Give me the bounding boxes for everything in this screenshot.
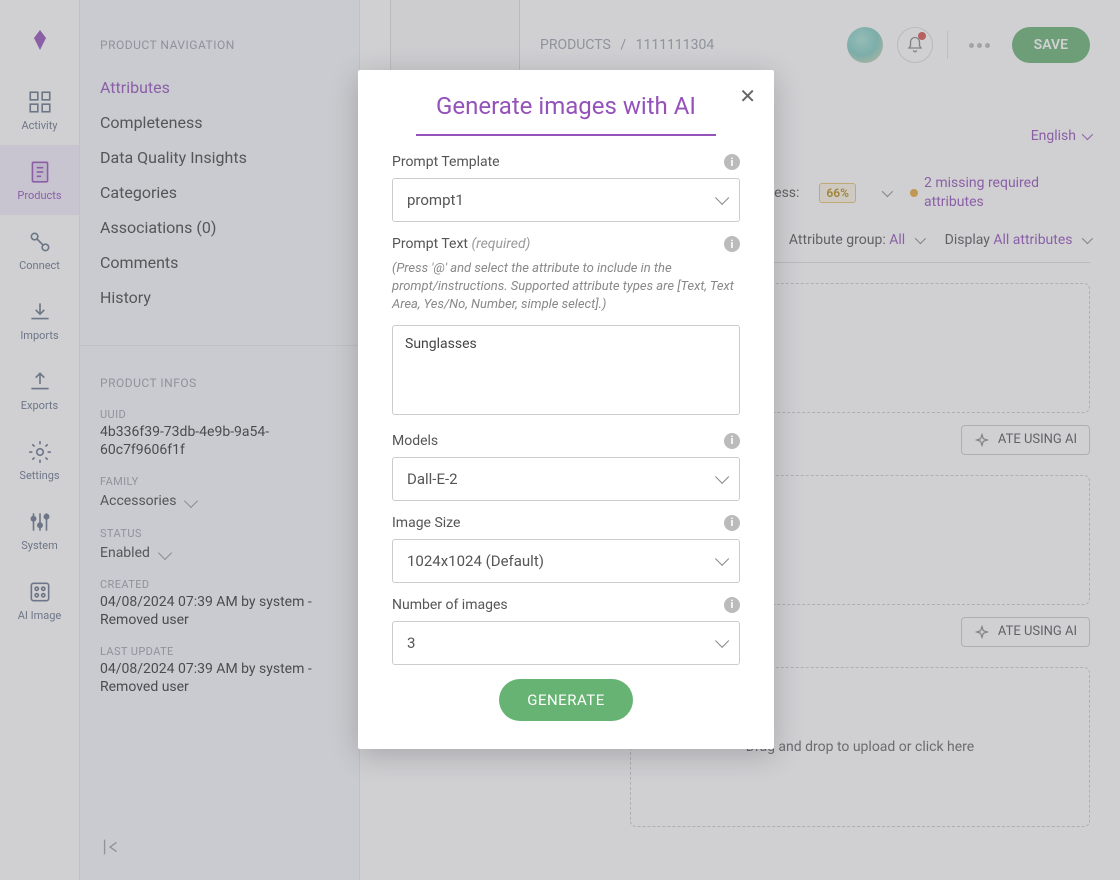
modal-title: Generate images with AI	[416, 92, 715, 136]
field-prompt-template: Prompt Template i prompt1	[392, 154, 740, 222]
models-select[interactable]: Dall-E-2	[392, 457, 740, 501]
field-models: Models i Dall-E-2	[392, 433, 740, 501]
num-label: Number of images	[392, 597, 508, 613]
field-image-size: Image Size i 1024x1024 (Default)	[392, 515, 740, 583]
info-icon[interactable]: i	[724, 433, 740, 449]
info-icon[interactable]: i	[724, 515, 740, 531]
template-value: prompt1	[407, 191, 464, 209]
size-value: 1024x1024 (Default)	[407, 552, 544, 570]
field-prompt-text: Prompt Text (required) i (Press '@' and …	[392, 236, 740, 419]
prompt-textarea[interactable]	[392, 325, 740, 415]
template-select[interactable]: prompt1	[392, 178, 740, 222]
chevron-down-icon	[715, 551, 729, 565]
chevron-down-icon	[715, 469, 729, 483]
info-icon[interactable]: i	[724, 154, 740, 170]
template-label: Prompt Template	[392, 154, 500, 170]
chevron-down-icon	[715, 633, 729, 647]
models-value: Dall-E-2	[407, 470, 458, 488]
size-select[interactable]: 1024x1024 (Default)	[392, 539, 740, 583]
num-value: 3	[407, 634, 415, 652]
info-icon[interactable]: i	[724, 597, 740, 613]
generate-ai-modal: ✕ Generate images with AI Prompt Templat…	[358, 70, 774, 749]
generate-button[interactable]: GENERATE	[499, 679, 633, 721]
models-label: Models	[392, 433, 438, 449]
size-label: Image Size	[392, 515, 460, 531]
chevron-down-icon	[715, 191, 729, 205]
prompt-hint: (Press '@' and select the attribute to i…	[392, 260, 740, 315]
info-icon[interactable]: i	[724, 236, 740, 252]
field-num-images: Number of images i 3	[392, 597, 740, 665]
prompt-label: Prompt Text (required)	[392, 236, 530, 252]
num-select[interactable]: 3	[392, 621, 740, 665]
modal-close-button[interactable]: ✕	[739, 84, 756, 108]
